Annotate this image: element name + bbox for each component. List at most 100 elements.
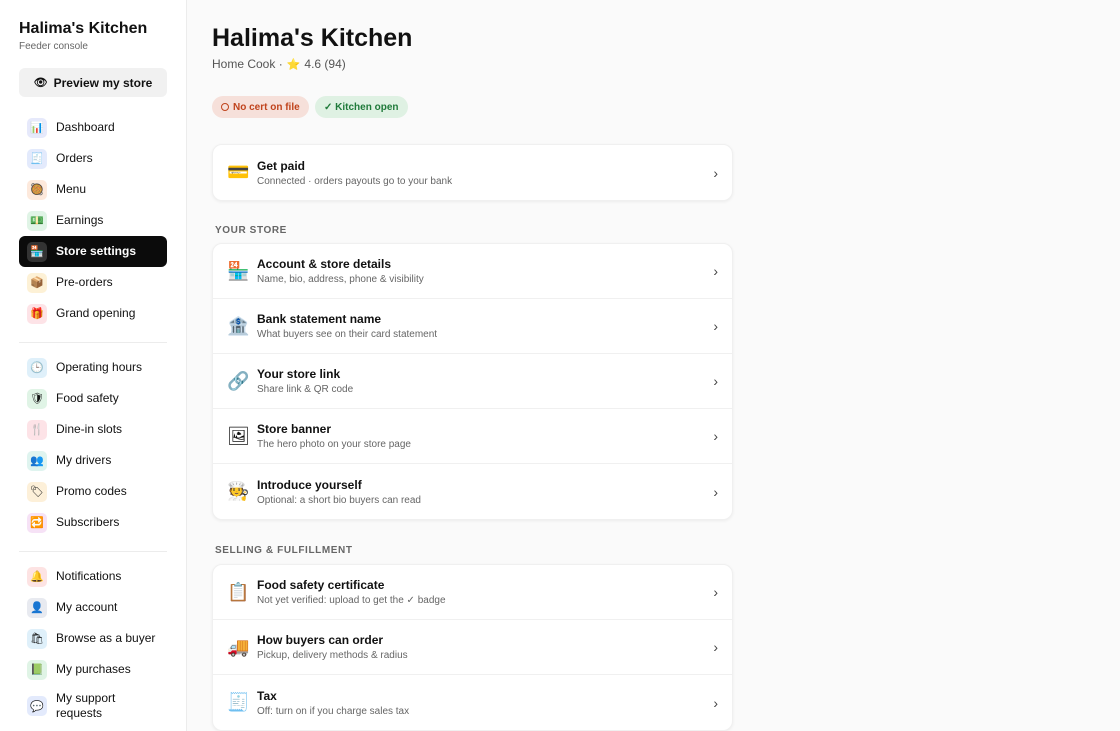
- store-icon: 🏪: [27, 241, 47, 262]
- row-title: Introduce yourself: [257, 477, 362, 492]
- section-label-your-store: YOUR STORE: [215, 225, 287, 236]
- sidebar-item-earnings[interactable]: 💵 Earnings: [19, 205, 167, 236]
- sidebar-item-pre-orders[interactable]: 📦 Pre-orders: [19, 267, 167, 298]
- sidebar-item-label: My drivers: [56, 453, 112, 467]
- settings-row-store-link[interactable]: 🔗 Your store link Share link & QR code ›: [213, 354, 732, 409]
- sidebar-item-label: My purchases: [56, 662, 131, 676]
- clipboard-icon: 📋: [227, 581, 250, 602]
- sidebar-item-label: Food safety: [56, 391, 119, 405]
- sidebar-item-label: Dashboard: [56, 120, 115, 134]
- row-subtitle: Off: turn on if you charge sales tax: [257, 705, 410, 717]
- sidebar-item-label: Orders: [56, 151, 93, 165]
- sidebar-item-label: Promo codes: [56, 484, 127, 498]
- sidebar-item-store-settings[interactable]: 🏪 Store settings: [19, 236, 167, 267]
- receipt-icon: 🧾: [227, 692, 250, 712]
- row-subtitle: Optional: a short bio buyers can read: [257, 494, 421, 506]
- row-subtitle: What buyers see on their card statement: [257, 329, 438, 340]
- sidebar-divider: [19, 342, 167, 343]
- chat-icon: 💬: [27, 696, 47, 716]
- chevron-right-icon: ›: [713, 164, 718, 181]
- sidebar-item-label: Operating hours: [56, 360, 143, 374]
- receipt-icon: 🧾: [27, 148, 47, 169]
- utensils-icon: 🍴: [27, 419, 47, 440]
- user-icon: 👤: [27, 597, 47, 618]
- gift-icon: 🎁: [27, 303, 47, 324]
- settings-row-food-safety-cert[interactable]: 📋 Food safety certificate Not yet verifi…: [213, 565, 732, 620]
- sidebar-item-subscribers[interactable]: 🔁 Subscribers: [19, 507, 167, 538]
- row-subtitle: Name, bio, address, phone & visibility: [257, 274, 424, 285]
- row-title: Your store link: [257, 367, 341, 381]
- cert-status-badge: No cert on file: [212, 96, 309, 118]
- sidebar-item-dashboard[interactable]: 📊 Dashboard: [19, 112, 167, 143]
- section-label-selling: SELLING & FULFILLMENT: [215, 545, 353, 556]
- row-subtitle: Pickup, delivery methods & radius: [257, 650, 408, 661]
- row-title: Account & store details: [257, 257, 392, 271]
- row-title: Tax: [257, 688, 277, 703]
- sidebar-item-operating-hours[interactable]: 🕒 Operating hours: [19, 352, 167, 383]
- repeat-icon: 🔁: [27, 512, 47, 533]
- sidebar-item-label: Browse as a buyer: [56, 631, 156, 645]
- settings-row-introduce-yourself[interactable]: 🧑‍🍳 Introduce yourself Optional: a short…: [213, 464, 732, 519]
- row-title: Bank statement name: [257, 312, 382, 326]
- preview-store-button[interactable]: 👁 Preview my store: [19, 68, 167, 97]
- sidebar-item-label: Subscribers: [56, 515, 120, 529]
- chevron-right-icon: ›: [713, 639, 718, 655]
- sidebar-item-notifications[interactable]: 🔔 Notifications: [19, 561, 167, 592]
- sidebar-item-browse-as-buyer[interactable]: 🛍 Browse as a buyer: [19, 623, 167, 654]
- sidebar-item-label: Pre-orders: [56, 275, 113, 289]
- dish-icon: 🥘: [27, 179, 47, 200]
- shield-icon: 🛡: [27, 388, 47, 409]
- chevron-right-icon: ›: [713, 694, 718, 711]
- sidebar-item-my-purchases[interactable]: 📗 My purchases: [19, 654, 167, 685]
- settings-row-get-paid[interactable]: 💳 Get paid Connected · orders payouts go…: [213, 145, 732, 200]
- cert-status-label: No cert on file: [233, 101, 300, 113]
- settings-row-tax[interactable]: 🧾 Tax Off: turn on if you charge sales t…: [213, 675, 732, 730]
- settings-row-account-details[interactable]: 🏪 Account & store details Name, bio, add…: [213, 244, 732, 299]
- chef-icon: 🧑‍🍳: [227, 481, 250, 501]
- star-icon: ⭐: [286, 58, 301, 71]
- row-subtitle: The hero photo on your store page: [257, 439, 411, 450]
- sidebar-divider: [19, 551, 167, 552]
- store-meta: Home Cook · ⭐ 4.6 (94): [212, 57, 346, 71]
- chevron-right-icon: ›: [713, 263, 718, 279]
- sidebar-item-my-account[interactable]: 👤 My account: [19, 592, 167, 623]
- brand-title: Halima's Kitchen: [19, 20, 148, 37]
- users-icon: 👥: [27, 450, 47, 471]
- sidebar-item-support-requests[interactable]: 💬 My support requests: [19, 688, 167, 724]
- brand-subtitle: Feeder console: [19, 41, 88, 52]
- sidebar-item-orders[interactable]: 🧾 Orders: [19, 143, 167, 174]
- sidebar-item-label: Earnings: [56, 213, 104, 227]
- sidebar-item-grand-opening[interactable]: 🎁 Grand opening: [19, 298, 167, 329]
- sidebar-item-menu[interactable]: 🥘 Menu: [19, 174, 167, 205]
- sidebar-item-food-safety[interactable]: 🛡 Food safety: [19, 383, 167, 414]
- row-title: Store banner: [257, 422, 332, 436]
- bell-icon: 🔔: [27, 566, 47, 587]
- sidebar: Halima's Kitchen Feeder console 👁 Previe…: [0, 0, 187, 731]
- store-role: Home Cook ·: [212, 57, 283, 71]
- store-rating: 4.6 (94): [304, 57, 346, 71]
- sidebar-item-dine-in-slots[interactable]: 🍴 Dine-in slots: [19, 414, 167, 445]
- clock-icon: 🕒: [27, 357, 47, 378]
- settings-row-bank-statement[interactable]: 🏦 Bank statement name What buyers see on…: [213, 299, 732, 354]
- sidebar-item-my-drivers[interactable]: 👥 My drivers: [19, 445, 167, 476]
- kitchen-status-badge: ✓ Kitchen open: [315, 96, 408, 118]
- shopping-bag-icon: 🛍: [27, 628, 47, 649]
- picture-icon: 🖼: [227, 425, 250, 446]
- settings-row-store-banner[interactable]: 🖼 Store banner The hero photo on your st…: [213, 409, 732, 464]
- row-subtitle: Share link & QR code: [257, 384, 354, 395]
- chevron-right-icon: ›: [713, 428, 718, 444]
- money-icon: 💵: [27, 210, 47, 231]
- tag-icon: 🏷: [27, 481, 47, 502]
- settings-row-how-buyers-order[interactable]: 🚚 How buyers can order Pickup, delivery …: [213, 620, 732, 675]
- chevron-right-icon: ›: [713, 584, 718, 600]
- row-title: How buyers can order: [257, 633, 384, 647]
- eye-icon: 👁: [33, 77, 48, 89]
- link-icon: 🔗: [227, 370, 250, 391]
- box-icon: 📗: [27, 659, 47, 680]
- get-paid-card: 💳 Get paid Connected · orders payouts go…: [212, 144, 733, 201]
- credit-card-icon: 💳: [227, 162, 250, 182]
- sidebar-item-label: My support requests: [56, 691, 116, 720]
- sidebar-item-promo-codes[interactable]: 🏷 Promo codes: [19, 476, 167, 507]
- sidebar-item-label: Dine-in slots: [56, 422, 123, 436]
- truck-icon: 🚚: [227, 636, 250, 657]
